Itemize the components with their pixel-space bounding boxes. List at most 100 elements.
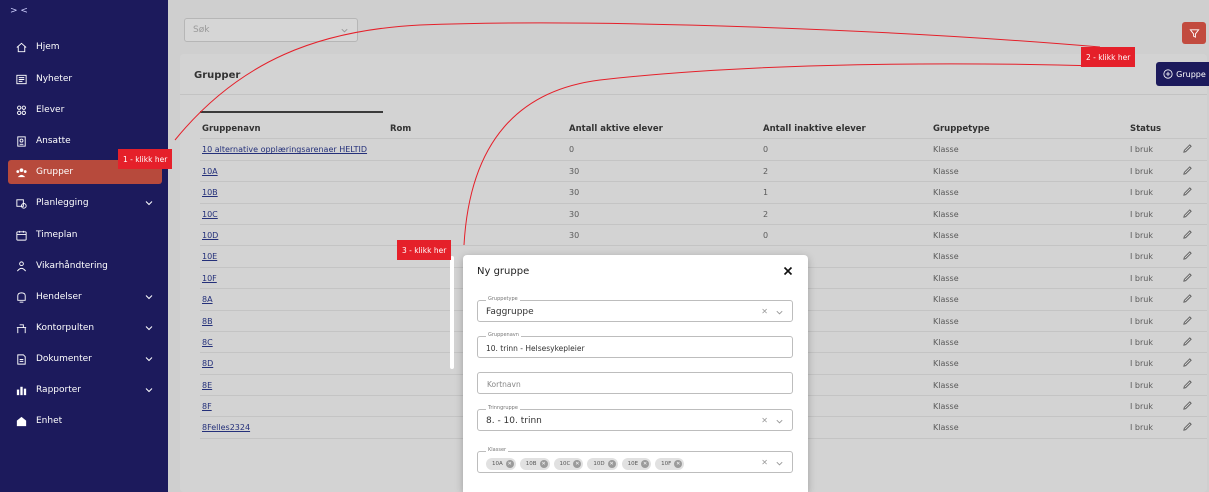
edit-pencil-icon[interactable] [1182, 208, 1193, 219]
edit-pencil-icon[interactable] [1182, 379, 1193, 390]
table-row[interactable]: 10 alternative opplæringsarenaer HELTID 0… [200, 139, 1207, 161]
group-name-link[interactable]: 10C [202, 210, 218, 219]
chip-remove-icon[interactable]: ✕ [573, 460, 582, 468]
kortnavn-field[interactable]: Kortnavn [477, 372, 793, 394]
group-name-link[interactable]: 8E [202, 381, 212, 390]
group-name-link[interactable]: 10D [202, 231, 218, 240]
edit-pencil-icon[interactable] [1182, 186, 1193, 197]
clear-icon[interactable]: ✕ [761, 307, 768, 316]
chevron-down-icon[interactable] [144, 385, 154, 395]
header-status[interactable]: Status [1130, 124, 1161, 134]
group-type-cell: Klasse [933, 316, 959, 326]
inactive-count-cell: 0 [763, 145, 769, 155]
chip-remove-icon[interactable]: ✕ [505, 460, 514, 468]
edit-pencil-icon[interactable] [1182, 165, 1193, 176]
table-row[interactable]: 10D 30 0 Klasse I bruk [200, 225, 1207, 247]
class-chip: 10B ✕ [519, 458, 550, 470]
edit-pencil-icon[interactable] [1182, 293, 1193, 304]
sidebar-item-label: Hjem [36, 42, 60, 52]
gruppenavn-field[interactable]: Gruppenavn 10. trinn - Helsesykepleier [477, 332, 793, 358]
header-rom[interactable]: Rom [390, 124, 411, 134]
substitute-icon [14, 259, 28, 273]
sidebar-item-timeplan[interactable]: Timeplan [8, 223, 162, 247]
sidebar-item-kontorpulten[interactable]: Kontorpulten [8, 316, 162, 340]
klasser-chips: 10A ✕ 10B ✕ 10C ✕ 10D ✕ 10E ✕ 10F ✕ [486, 458, 685, 470]
edit-pencil-icon[interactable] [1182, 336, 1193, 347]
sidebar-item-label: Hendelser [36, 292, 82, 302]
chevron-down-icon[interactable] [144, 323, 154, 333]
edit-pencil-icon[interactable] [1182, 315, 1193, 326]
group-name-link[interactable]: 8C [202, 338, 213, 347]
sidebar-item-nyheter[interactable]: Nyheter [8, 67, 162, 91]
group-name-link[interactable]: 10B [202, 188, 218, 197]
gruppetype-select[interactable]: Gruppetype Faggruppe ✕ [477, 296, 793, 322]
sidebar-item-rapporter[interactable]: Rapporter [8, 378, 162, 402]
edit-pencil-icon[interactable] [1182, 421, 1193, 432]
group-name-link[interactable]: 8A [202, 295, 213, 304]
group-type-cell: Klasse [933, 209, 959, 219]
group-name-link[interactable]: 10E [202, 252, 217, 261]
search-input[interactable]: Søk [184, 18, 358, 42]
group-type-cell: Klasse [933, 166, 959, 176]
edit-pencil-icon[interactable] [1182, 143, 1193, 154]
sidebar-item-label: Nyheter [36, 74, 73, 84]
status-cell: I bruk [1130, 273, 1153, 283]
active-count-cell: 30 [569, 166, 580, 176]
clear-icon[interactable]: ✕ [761, 458, 768, 467]
sidebar-item-hendelser[interactable]: Hendelser [8, 285, 162, 309]
sidebar-item-dokumenter[interactable]: Dokumenter [8, 347, 162, 371]
group-name-link[interactable]: 10 alternative opplæringsarenaer HELTID [202, 145, 367, 154]
plus-circle-icon [1163, 69, 1173, 79]
class-chip: 10F ✕ [655, 458, 685, 470]
chip-remove-icon[interactable]: ✕ [674, 460, 683, 468]
table-row[interactable]: 10C 30 2 Klasse I bruk [200, 204, 1207, 225]
sidebar-collapse-toggle[interactable]: > < [10, 6, 28, 16]
group-name-link[interactable]: 10F [202, 274, 217, 283]
table-row[interactable]: 10B 30 1 Klasse I bruk [200, 182, 1207, 204]
chevron-down-icon[interactable] [775, 459, 784, 468]
edit-pencil-icon[interactable] [1182, 229, 1193, 240]
chevron-down-icon[interactable] [775, 308, 784, 317]
status-cell: I bruk [1130, 337, 1153, 347]
callout-step-2: 2 - klikk her [1081, 47, 1136, 67]
header-gruppetype[interactable]: Gruppetype [933, 124, 990, 134]
sidebar-item-hjem[interactable]: Hjem [8, 35, 162, 59]
table-row[interactable]: 10A 30 2 Klasse I bruk [200, 161, 1207, 183]
group-name-link[interactable]: 10A [202, 167, 218, 176]
status-cell: I bruk [1130, 295, 1153, 305]
klasser-select[interactable]: Klasser 10A ✕ 10B ✕ 10C ✕ 10D ✕ 10E ✕ 10F ✕ ✕ [477, 447, 793, 473]
clear-icon[interactable]: ✕ [761, 416, 768, 425]
sidebar-item-elever[interactable]: Elever [8, 98, 162, 122]
sidebar-item-planlegging[interactable]: Planlegging [8, 191, 162, 215]
chip-remove-icon[interactable]: ✕ [607, 460, 616, 468]
add-group-button[interactable]: Gruppe [1156, 62, 1209, 86]
edit-pencil-icon[interactable] [1182, 357, 1193, 368]
sidebar-item-vikarhåndtering[interactable]: Vikarhåndtering [8, 254, 162, 278]
chevron-down-icon[interactable] [144, 354, 154, 364]
groups-icon [14, 165, 28, 179]
group-type-cell: Klasse [933, 252, 959, 262]
header-gruppenavn[interactable]: Gruppenavn [202, 124, 261, 134]
chip-remove-icon[interactable]: ✕ [539, 460, 548, 468]
group-name-link[interactable]: 8D [202, 359, 213, 368]
trinngruppe-select[interactable]: Trinngruppe 8. - 10. trinn ✕ [477, 405, 793, 431]
group-name-link[interactable]: 8F [202, 402, 212, 411]
sidebar-item-label: Enhet [36, 416, 63, 426]
sidebar-item-label: Dokumenter [36, 354, 92, 364]
active-count-cell: 30 [569, 209, 580, 219]
sidebar-item-enhet[interactable]: Enhet [8, 409, 162, 433]
chevron-down-icon[interactable] [144, 198, 154, 208]
header-inactive-students[interactable]: Antall inaktive elever [763, 124, 866, 134]
chevron-down-icon[interactable] [775, 417, 784, 426]
group-name-link[interactable]: 8Felles2324 [202, 423, 250, 432]
gruppetype-label: Gruppetype [486, 296, 520, 302]
filter-button[interactable] [1182, 22, 1206, 44]
edit-pencil-icon[interactable] [1182, 250, 1193, 261]
group-name-link[interactable]: 8B [202, 317, 213, 326]
edit-pencil-icon[interactable] [1182, 400, 1193, 411]
close-icon[interactable] [782, 265, 794, 277]
edit-pencil-icon[interactable] [1182, 272, 1193, 283]
chevron-down-icon[interactable] [144, 292, 154, 302]
chip-remove-icon[interactable]: ✕ [641, 460, 650, 468]
header-active-students[interactable]: Antall aktive elever [569, 124, 663, 134]
